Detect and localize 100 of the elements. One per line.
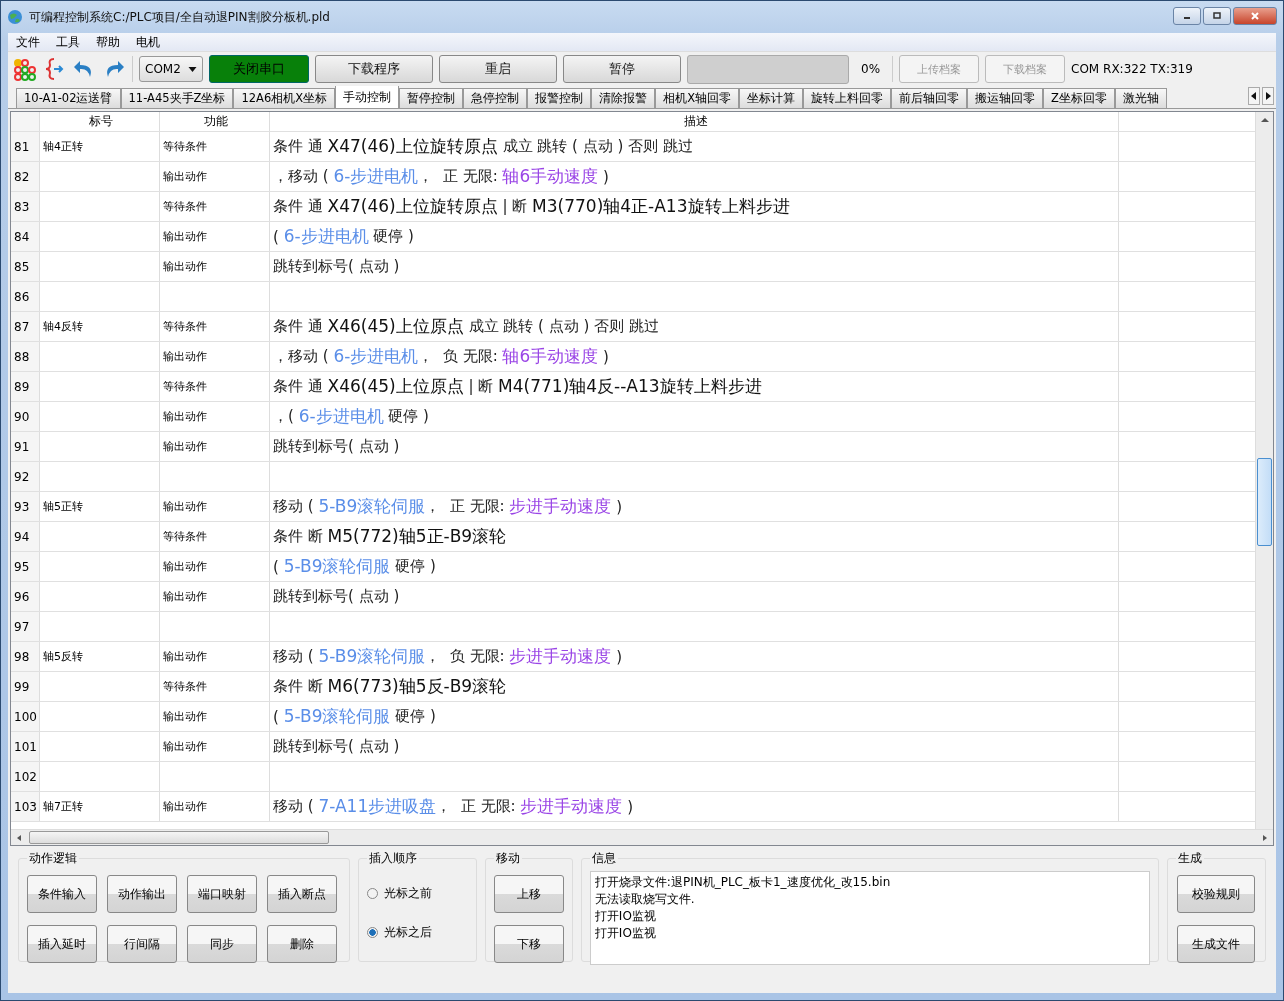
group-title: 插入顺序	[367, 850, 418, 867]
toolbar-button[interactable]: 暂停	[563, 55, 681, 83]
group-title: 动作逻辑	[28, 850, 78, 867]
scroll-thumb[interactable]	[1257, 458, 1272, 546]
com-status: COM RX:322 TX:319	[1071, 62, 1193, 76]
row-number: 92	[11, 462, 40, 491]
table-cell: 轴5正转	[40, 492, 160, 521]
table-cell: 输出动作	[160, 792, 270, 821]
action-button[interactable]: 条件输入	[27, 875, 97, 913]
row-number: 81	[11, 132, 40, 161]
table-cell: ，( 6-步进电机 硬停 )	[270, 402, 1119, 431]
row-number: 84	[11, 222, 40, 251]
action-button[interactable]: 同步	[187, 925, 257, 963]
table-cell: 轴4正转	[40, 132, 160, 161]
action-button[interactable]: 插入延时	[27, 925, 97, 963]
table-cell: 输出动作	[160, 702, 270, 731]
table-cell: 输出动作	[160, 582, 270, 611]
table-cell: 输出动作	[160, 222, 270, 251]
table-cell: 轴7正转	[40, 792, 160, 821]
menu-item[interactable]: 工具	[48, 33, 88, 51]
row-number: 89	[11, 372, 40, 401]
table-cell: 输出动作	[160, 342, 270, 371]
action-button[interactable]: 插入断点	[267, 875, 337, 913]
table-cell: 跳转到标号( 点动 )	[270, 432, 1119, 461]
move-button[interactable]: 上移	[493, 875, 564, 913]
toolbar-button[interactable]: 下载程序	[315, 55, 433, 83]
table-cell: ( 5-B9滚轮伺服 硬停 )	[270, 552, 1119, 581]
action-button[interactable]: 行间隔	[107, 925, 177, 963]
table-cell: 输出动作	[160, 432, 270, 461]
tab[interactable]: 报警控制	[527, 88, 592, 108]
row-number: 94	[11, 522, 40, 551]
maximize-icon	[1212, 11, 1222, 21]
row-number: 88	[11, 342, 40, 371]
menu-item[interactable]: 文件	[8, 33, 48, 51]
tab[interactable]: 旋转上料回零	[803, 88, 891, 108]
log-line: 打开IO监视	[594, 908, 657, 925]
tab[interactable]: 搬运轴回零	[967, 88, 1043, 108]
close-icon	[1250, 11, 1260, 21]
tab[interactable]: 激光轴	[1114, 88, 1167, 108]
table-cell: 输出动作	[160, 732, 270, 761]
row-number: 85	[11, 252, 40, 281]
tab[interactable]: 清除报警	[591, 88, 656, 108]
table-cell: 条件 通 X47(46)上位旋转原点 | 断 M3(770)轴4正-A13旋转上料步进	[270, 192, 1119, 221]
menu-item[interactable]: 电机	[128, 33, 168, 51]
row-number: 93	[11, 492, 40, 521]
table-cell: 输出动作	[160, 492, 270, 521]
action-button[interactable]: 端口映射	[187, 875, 257, 913]
action-button[interactable]: 删除	[267, 925, 337, 963]
row-number: 86	[11, 282, 40, 311]
table-cell: 跳转到标号( 点动 )	[270, 732, 1119, 761]
radio-option[interactable]: 光标之后	[366, 924, 468, 941]
tab[interactable]: 手动控制	[335, 86, 400, 108]
table-cell: 移动 ( 7-A11步进吸盘， 正 无限: 步进手动速度 )	[270, 792, 1119, 821]
generate-button[interactable]: 校验规则	[1177, 875, 1256, 913]
move-button[interactable]: 下移	[493, 925, 564, 963]
row-number: 103	[11, 792, 40, 821]
table-cell: ( 5-B9滚轮伺服 硬停 )	[270, 702, 1119, 731]
row-number: 100	[11, 702, 40, 731]
column-header: 描述	[270, 112, 1119, 131]
table-cell: 等待条件	[160, 522, 270, 551]
table-cell: ( 6-步进电机 硬停 )	[270, 222, 1119, 251]
table-cell: 条件 通 X46(45)上位原点 成立 跳转 ( 点动 ) 否则 跳过	[270, 312, 1119, 341]
horizontal-scrollbar[interactable]	[11, 829, 1273, 845]
scroll-thumb[interactable]	[29, 831, 329, 844]
tab[interactable]: 12A6相机X坐标	[233, 88, 336, 108]
close-button[interactable]	[1233, 7, 1277, 25]
table-cell: 等待条件	[160, 132, 270, 161]
table-cell: 轴5反转	[40, 642, 160, 671]
group-title: 移动	[494, 850, 521, 867]
tab[interactable]: 前后轴回零	[891, 88, 967, 108]
action-button[interactable]: 动作输出	[107, 875, 177, 913]
minimize-button[interactable]	[1173, 7, 1201, 25]
generate-button[interactable]: 生成文件	[1177, 925, 1256, 963]
column-header: 功能	[160, 112, 270, 131]
tab-scroll-left-icon[interactable]	[1248, 87, 1260, 105]
colored-circles-icon[interactable]	[12, 57, 36, 81]
tab[interactable]: 相机X轴回零	[655, 88, 739, 108]
table-cell: 条件 断 M6(773)轴5反-B9滚轮	[270, 672, 1119, 701]
vertical-scrollbar[interactable]	[1255, 112, 1273, 829]
toolbar-button[interactable]: 重启	[439, 55, 557, 83]
tab[interactable]: 暂停控制	[399, 88, 464, 108]
maximize-button[interactable]	[1203, 7, 1231, 25]
menu-item[interactable]: 帮助	[88, 33, 128, 51]
tab-scroll-right-icon[interactable]	[1262, 87, 1274, 105]
radio-option[interactable]: 光标之前	[366, 885, 468, 902]
table-cell: 等待条件	[160, 192, 270, 221]
table-cell: 输出动作	[160, 552, 270, 581]
table-cell: ，移动 ( 6-步进电机， 负 无限: 轴6手动速度 )	[270, 342, 1119, 371]
table-cell: 输出动作	[160, 162, 270, 191]
toolbar-button[interactable]: 关闭串口	[209, 55, 309, 83]
group-title: 生成	[1176, 850, 1203, 867]
tab[interactable]: Z坐标回零	[1043, 88, 1115, 108]
tab[interactable]: 11-A45夹手Z坐标	[120, 88, 234, 108]
port-dropdown[interactable]: COM2	[139, 56, 203, 82]
tab[interactable]: 急停控制	[463, 88, 528, 108]
progress-percent: 0%	[861, 62, 881, 76]
table-cell: 输出动作	[160, 642, 270, 671]
tab[interactable]: 坐标计算	[739, 88, 803, 108]
tab[interactable]: 10-A1-02运送臂	[16, 88, 121, 108]
table-cell: 等待条件	[160, 372, 270, 401]
